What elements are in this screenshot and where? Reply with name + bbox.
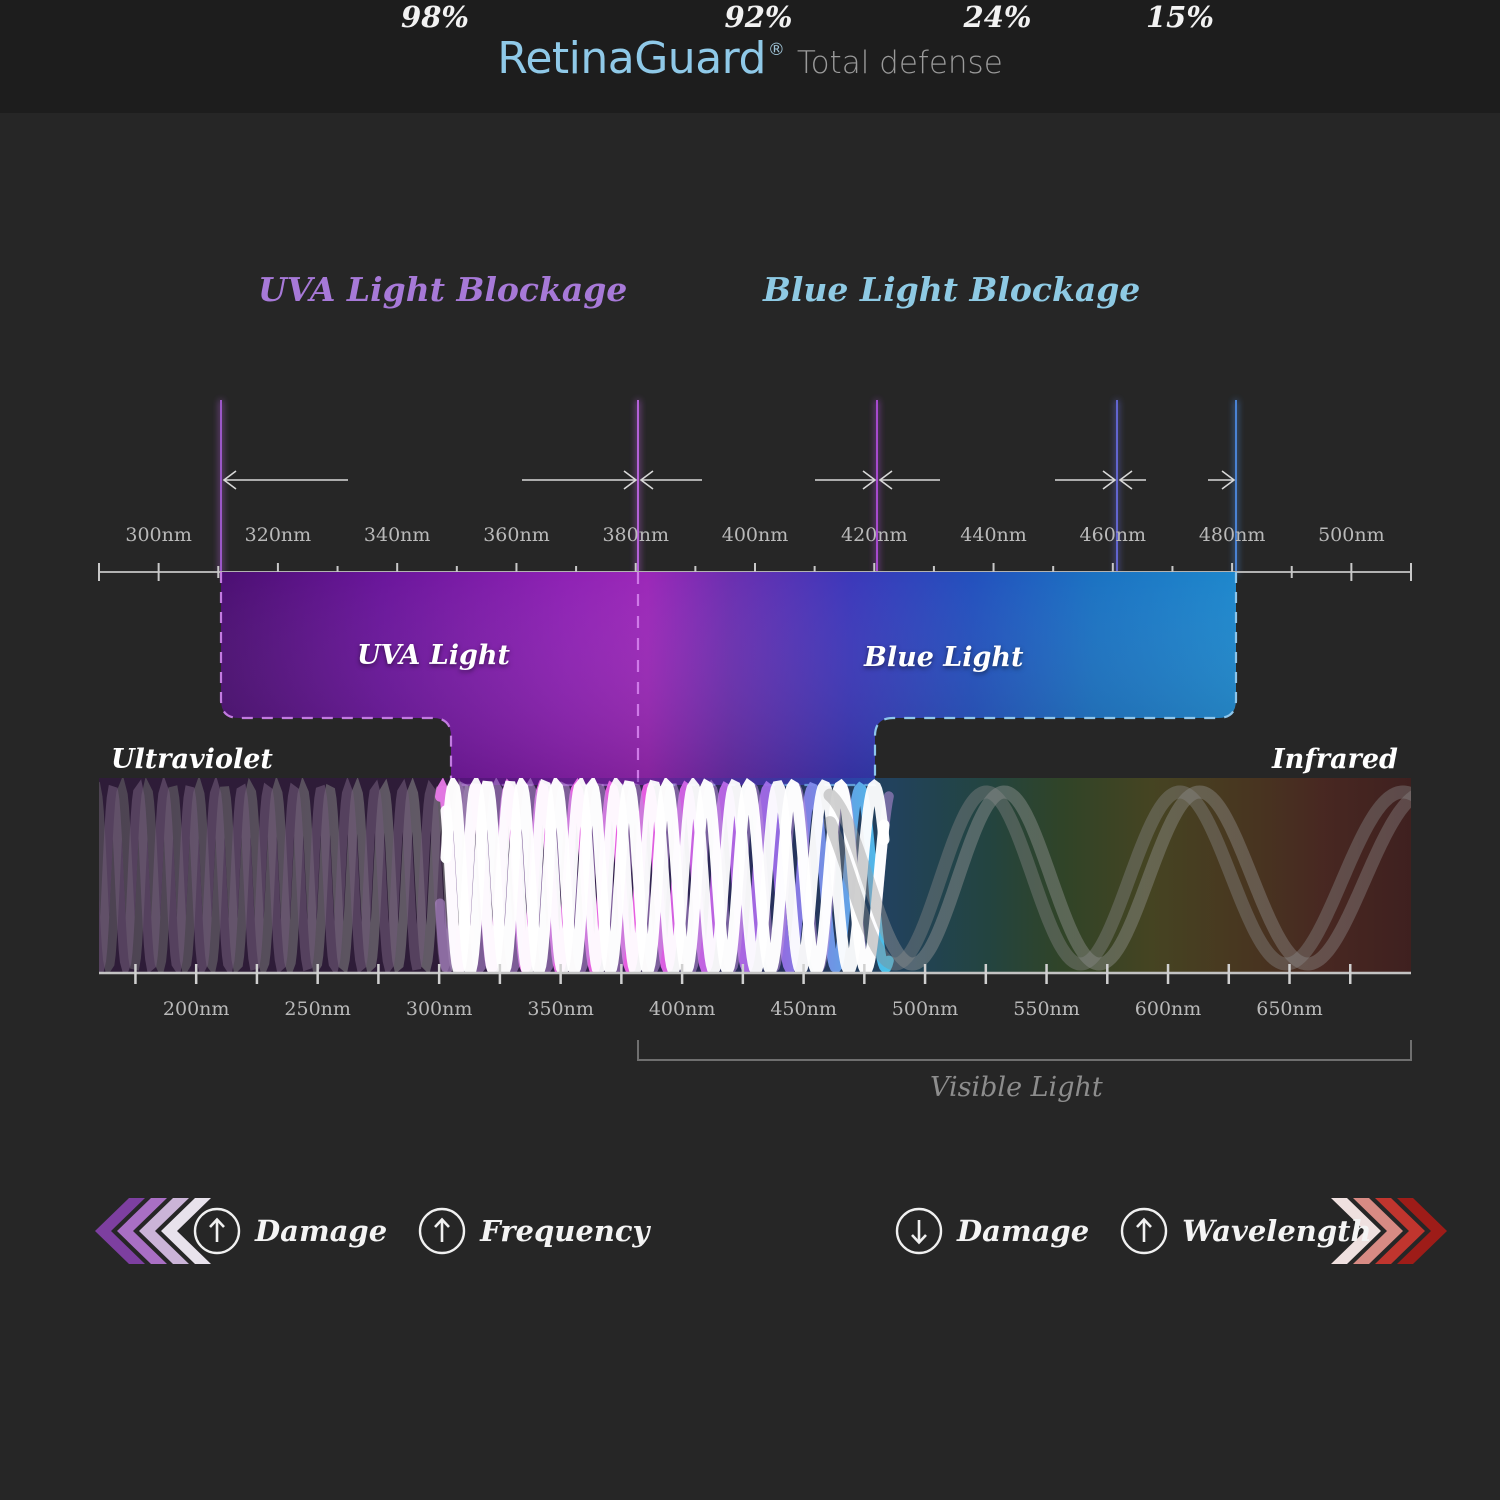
blockage-arrows: [222, 470, 1236, 490]
arrow-up-circle-icon: [1120, 1207, 1168, 1255]
visible-light-label: Visible Light: [930, 1072, 1103, 1103]
arrow-up-circle-icon: [418, 1207, 466, 1255]
infrared-label: Infrared: [1272, 744, 1398, 775]
spectrum-band: [219, 572, 1238, 787]
arrow-down-circle-icon: [895, 1207, 943, 1255]
legend-left: Damage Frequency: [192, 1196, 679, 1266]
blue-light-band-label: Blue Light: [864, 642, 1024, 673]
top-axis-tick-480: 480nm: [1198, 524, 1266, 546]
top-axis-tick-340: 340nm: [363, 524, 431, 546]
wave-strip: [99, 778, 1411, 973]
marker-lines: [219, 400, 1238, 575]
top-axis-tick-500: 500nm: [1318, 524, 1385, 546]
top-axis-tick-440: 440nm: [960, 524, 1027, 546]
top-axis-tick-320: 320nm: [244, 524, 312, 546]
ultraviolet-label: Ultraviolet: [111, 744, 273, 775]
bottom-axis-tick-350: 350nm: [527, 998, 594, 1020]
bottom-axis-tick-550: 550nm: [1013, 998, 1080, 1020]
legend-item-damage-down: Damage: [894, 1206, 1089, 1256]
bottom-axis-tick-600: 600nm: [1134, 998, 1202, 1020]
top-axis-tick-300: 300nm: [125, 524, 192, 546]
bottom-axis-tick-200: 200nm: [162, 998, 230, 1020]
top-axis-tick-380: 380nm: [602, 524, 669, 546]
legend-label-damage-right: Damage: [957, 1214, 1090, 1248]
legend-item-damage-up: Damage: [192, 1206, 387, 1256]
blockage-percent-92: 92%: [724, 0, 793, 34]
legend-label-frequency: Frequency: [480, 1214, 650, 1248]
top-axis-tick-400: 400nm: [721, 524, 789, 546]
arrow-up-circle-icon: [193, 1207, 241, 1255]
legend-item-wavelength-up: Wavelength: [1119, 1206, 1372, 1256]
legend-item-frequency-up: Frequency: [417, 1206, 649, 1256]
top-axis-tick-420: 420nm: [841, 524, 908, 546]
blockage-percent-15: 15%: [1146, 0, 1214, 34]
uva-light-band-label: UVA Light: [357, 640, 510, 671]
blockage-percent-24: 24%: [963, 0, 1032, 34]
bottom-axis-tick-250: 250nm: [284, 998, 351, 1020]
legend-label-damage-left: Damage: [255, 1214, 388, 1248]
blockage-percent-98: 98%: [401, 0, 469, 34]
legend-right: Damage Wavelength: [894, 1196, 1402, 1266]
legend-label-wavelength: Wavelength: [1182, 1214, 1372, 1248]
top-axis-tick-360: 360nm: [483, 524, 550, 546]
bottom-axis-tick-650: 650nm: [1256, 998, 1323, 1020]
bottom-axis-tick-400: 400nm: [648, 998, 716, 1020]
bottom-axis-tick-500: 500nm: [891, 998, 959, 1020]
infographic-page: RetinaGuard ® Total defense UVA Light Bl…: [0, 0, 1500, 1500]
bottom-axis-tick-300: 300nm: [405, 998, 473, 1020]
bottom-axis-tick-450: 450nm: [770, 998, 837, 1020]
spectrum-band-shading: [221, 572, 1236, 785]
visible-light-bracket: [637, 1040, 1412, 1061]
top-axis-tick-460: 460nm: [1079, 524, 1147, 546]
